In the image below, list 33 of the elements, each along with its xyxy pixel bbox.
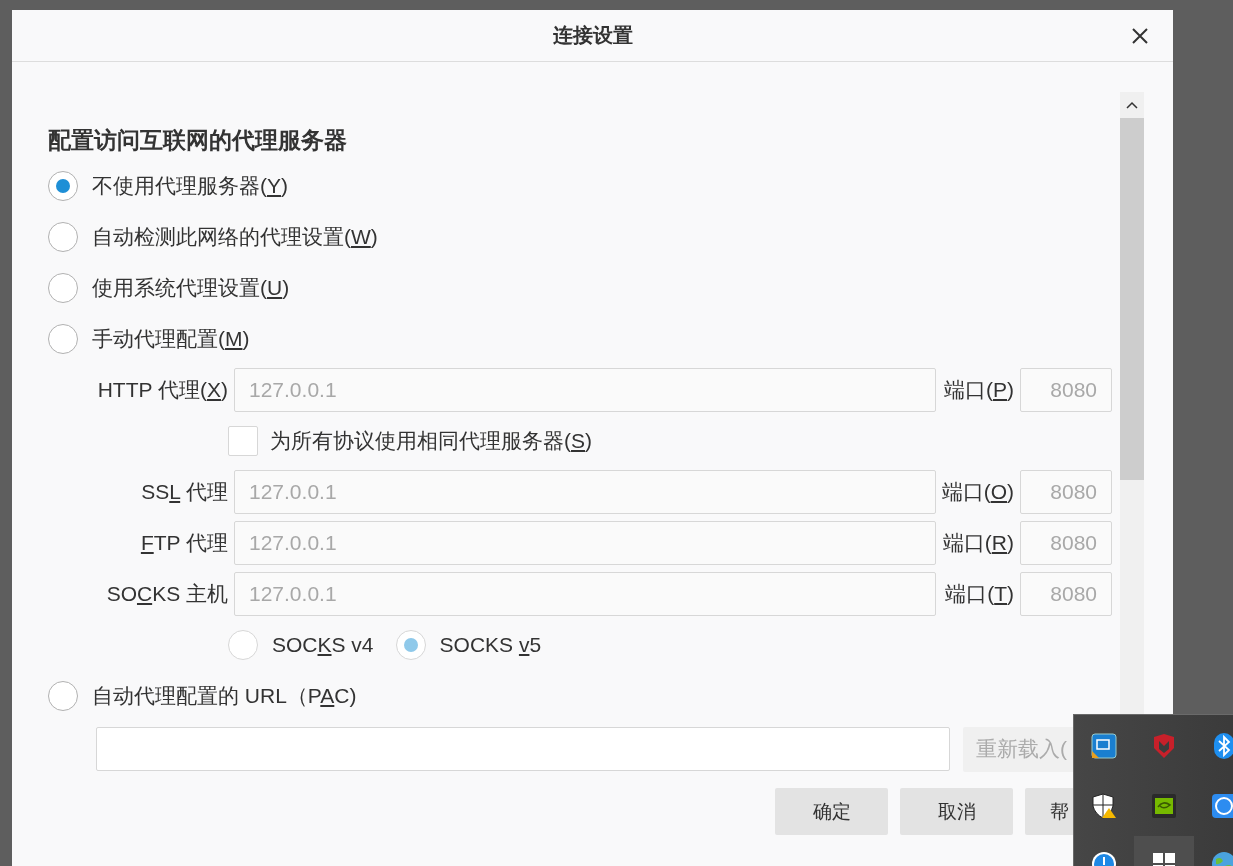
port-label: 端口(O): [941, 478, 1014, 505]
option-label: SOCKS v4: [272, 632, 374, 657]
option-label: 自动检测此网络的代理设置(W): [92, 223, 378, 250]
swirl-logo-icon[interactable]: [1151, 793, 1177, 819]
proxy-label: FTP 代理: [139, 529, 228, 556]
monitor-app-icon[interactable]: [1091, 733, 1117, 759]
dialog-button[interactable]: 确定: [775, 788, 888, 835]
radio-button[interactable]: [48, 170, 78, 201]
radio-button[interactable]: [48, 323, 78, 354]
url-field[interactable]: [96, 727, 950, 771]
proxy-label: HTTP 代理(X): [96, 376, 228, 403]
option-label: 手动代理配置(M): [92, 325, 250, 352]
option-label: 使用系统代理设置(U): [92, 274, 290, 301]
caret-up-icon[interactable]: [1126, 101, 1138, 109]
option-label: 自动代理配置的 URL（PAC): [92, 682, 357, 709]
port-label: 端口(P): [943, 376, 1014, 403]
dialog-title: 连接设置: [552, 23, 633, 48]
checkbox-label: 为所有协议使用相同代理服务器(S): [270, 427, 592, 454]
option-label: SOCKS v5: [439, 632, 542, 657]
radio-button[interactable]: [48, 272, 78, 303]
security-warning-icon[interactable]: [1091, 793, 1117, 819]
port-label: 端口(T): [944, 580, 1014, 607]
bluetooth-icon[interactable]: [1211, 733, 1233, 759]
option-label: 不使用代理服务器(Y): [92, 172, 288, 199]
section-heading: 配置访问互联网的代理服务器: [48, 126, 348, 155]
close-icon[interactable]: [1130, 26, 1150, 46]
radio-button[interactable]: [48, 221, 78, 252]
app-icon[interactable]: [1211, 793, 1233, 819]
proxy-label: SSL 代理: [140, 478, 228, 505]
port-label: 端口(R): [941, 529, 1014, 556]
proxy-label: SOCKS 主机: [105, 580, 228, 607]
dialog-button[interactable]: 取消: [900, 788, 1013, 835]
radio-button[interactable]: [48, 680, 78, 711]
